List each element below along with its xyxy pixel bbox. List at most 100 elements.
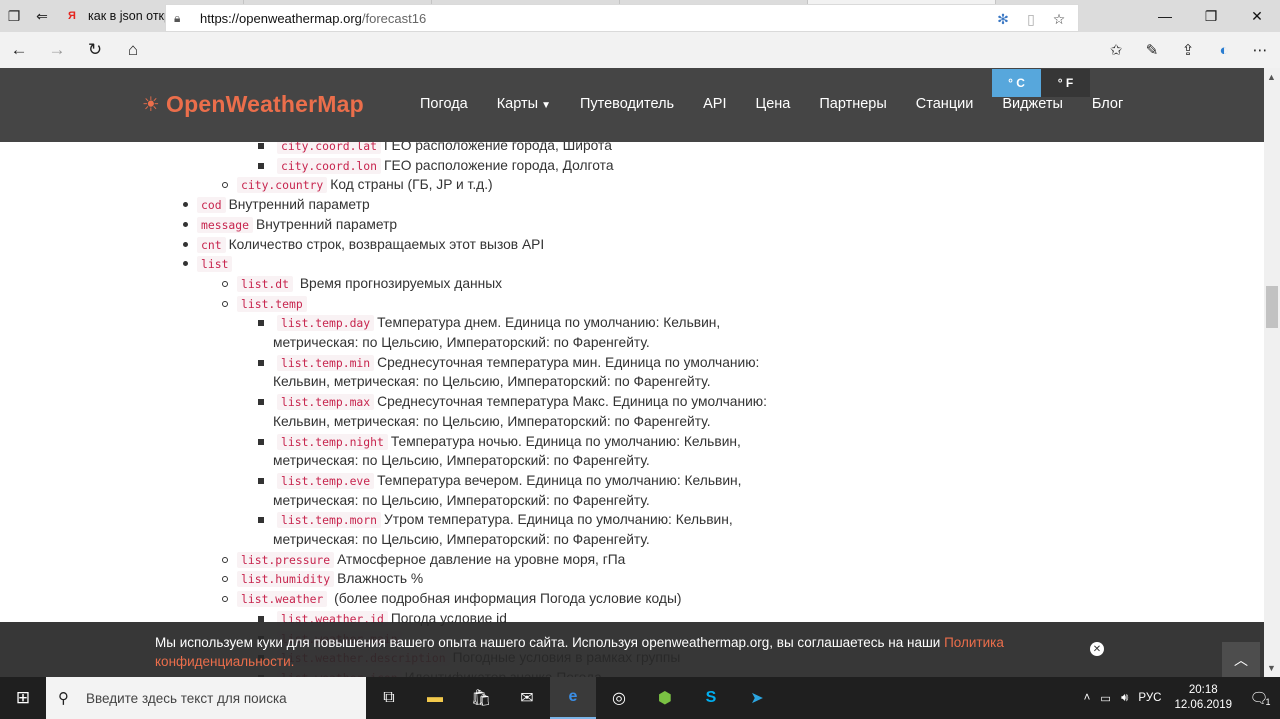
param-code: cnt bbox=[197, 236, 226, 253]
list-bullet bbox=[258, 320, 264, 327]
edge-browser-icon[interactable]: e bbox=[550, 677, 596, 719]
param-description: Внутренний параметр bbox=[228, 197, 370, 213]
list-bullet bbox=[258, 517, 264, 524]
nav-item-label: Станции bbox=[915, 96, 974, 112]
notes-pen-icon[interactable]: ✎ bbox=[1134, 41, 1170, 59]
fahrenheit-button[interactable]: ° F bbox=[1041, 69, 1090, 97]
param-code: list.dt bbox=[237, 275, 294, 292]
doc-list-item: list bbox=[197, 254, 235, 274]
param-description: Температура ночью. Единица по умолчанию:… bbox=[390, 433, 741, 449]
nav-item-0[interactable]: Погода bbox=[420, 96, 468, 112]
list-bullet bbox=[222, 556, 228, 563]
task-view-icon[interactable]: ⧉ bbox=[366, 677, 412, 719]
home-icon[interactable]: ⌂ bbox=[114, 32, 152, 68]
extension-icon[interactable]: ✻ bbox=[992, 8, 1014, 30]
param-description-cont: Кельвин, метрическая: по Цельсию, Импера… bbox=[273, 413, 711, 429]
nav-item-label: Погода bbox=[420, 96, 468, 112]
more-icon[interactable]: ⋯ bbox=[1242, 41, 1278, 59]
cortana-ring-icon[interactable]: ◎ bbox=[596, 677, 642, 719]
list-bullet bbox=[222, 182, 228, 189]
address-bar[interactable]: 🔒︎ https://openweathermap.org/forecast16… bbox=[165, 4, 1079, 32]
skype-icon[interactable]: S bbox=[688, 677, 734, 719]
forward-icon[interactable]: → bbox=[38, 32, 76, 68]
nav-item-label: Виджеты bbox=[1002, 96, 1063, 112]
param-code: message bbox=[197, 216, 254, 233]
android-studio-icon[interactable]: ⬢ bbox=[642, 677, 688, 719]
privacy-policy-link-2[interactable]: конфиденциальности. bbox=[155, 654, 294, 669]
param-code: cod bbox=[197, 197, 226, 214]
shield-extension-icon[interactable]: ◐ bbox=[1206, 42, 1242, 59]
scroll-up-icon[interactable]: ▲ bbox=[1267, 72, 1276, 82]
param-description-cont: метрическая: по Цельсию, Императорский: … bbox=[273, 453, 650, 469]
param-description-cont: Кельвин, метрическая: по Цельсию, Импера… bbox=[273, 374, 711, 390]
list-bullet bbox=[258, 615, 264, 622]
doc-list-item: list.temp.night Температура ночью. Единиц… bbox=[277, 432, 741, 452]
notifications-icon[interactable]: 🗨︎ 1 bbox=[1240, 677, 1280, 719]
nav-item-label: Блог bbox=[1091, 96, 1124, 112]
scroll-down-icon[interactable]: ▼ bbox=[1267, 663, 1276, 673]
param-description: Среднесуточная температура мин. Единица … bbox=[377, 354, 760, 370]
scroll-to-top-button[interactable]: ︿ bbox=[1222, 642, 1260, 678]
doc-list-item: list.temp bbox=[237, 294, 310, 314]
network-icon[interactable]: ▭ bbox=[1095, 691, 1116, 705]
share-icon[interactable]: ⇪ bbox=[1170, 41, 1206, 59]
maximize-icon[interactable]: ❐ bbox=[1188, 0, 1234, 32]
nav-item-6[interactable]: Станции bbox=[916, 96, 974, 112]
nav-item-3[interactable]: API bbox=[703, 96, 726, 112]
set-aside-tabs-icon[interactable]: ⇐ bbox=[28, 0, 56, 32]
nav-item-label: Путеводитель bbox=[579, 96, 675, 112]
cookie-close-icon[interactable]: ✕ bbox=[1090, 642, 1104, 656]
nav-item-1[interactable]: Карты ▼ bbox=[497, 96, 551, 112]
search-icon: ⚲ bbox=[58, 690, 69, 707]
list-bullet bbox=[258, 477, 264, 484]
doc-list-item: city.coord.lat ГЕО расположение города, Ш… bbox=[277, 142, 612, 156]
list-bullet bbox=[183, 241, 188, 247]
nav-item-7[interactable]: Виджеты bbox=[1002, 96, 1063, 112]
nav-item-2[interactable]: Путеводитель bbox=[580, 96, 674, 112]
page-scrollbar[interactable]: ▲ ▼ bbox=[1264, 68, 1280, 677]
url-host: https://openweathermap.org bbox=[200, 10, 362, 26]
taskbar-search[interactable]: ⚲ Введите здесь текст для поиска bbox=[46, 677, 366, 719]
system-tray: ˄ ▭ 🔊︎ РУС 20:18 12.06.2019 🗨︎ 1 bbox=[1079, 677, 1280, 719]
telegram-icon[interactable]: ➤ bbox=[734, 677, 780, 719]
nav-item-8[interactable]: Блог bbox=[1092, 96, 1123, 112]
file-explorer-icon[interactable]: ▬ bbox=[412, 677, 458, 719]
language-indicator[interactable]: РУС bbox=[1133, 692, 1166, 704]
unit-toggle: ° C ° F bbox=[992, 69, 1090, 97]
site-logo[interactable]: ☀ OpenWeatherMap bbox=[140, 91, 364, 118]
clock[interactable]: 20:18 12.06.2019 bbox=[1166, 683, 1240, 713]
mail-icon[interactable]: ✉ bbox=[504, 677, 550, 719]
volume-icon[interactable]: 🔊︎ bbox=[1116, 692, 1133, 705]
favorite-star-icon[interactable]: ☆ bbox=[1048, 8, 1070, 30]
windows-start-icon[interactable]: ⊞ bbox=[0, 677, 46, 719]
doc-list-item: list.temp.morn Утром температура. Единица… bbox=[277, 510, 733, 530]
doc-list-item: list.temp.max Среднесуточная температура … bbox=[277, 392, 767, 412]
param-description: Атмосферное давление на уровне моря, гПа bbox=[337, 551, 626, 567]
list-bullet bbox=[222, 596, 228, 603]
sun-logo-icon: ☀ bbox=[141, 94, 161, 116]
nav-item-4[interactable]: Цена bbox=[755, 96, 790, 112]
tray-chevron-icon[interactable]: ˄ bbox=[1079, 692, 1096, 704]
doc-list-item: city.coord.lon ГЕО расположение города, Д… bbox=[277, 156, 614, 176]
doc-list-item: list.humidity Влажность % bbox=[237, 569, 423, 589]
param-code: list bbox=[197, 256, 233, 273]
celsius-button[interactable]: ° C bbox=[992, 69, 1041, 97]
close-window-icon[interactable]: ✕ bbox=[1234, 0, 1280, 32]
doc-list-item: list.temp.min Среднесуточная температура … bbox=[277, 353, 759, 373]
favorites-list-icon[interactable]: ✩ bbox=[1098, 41, 1134, 59]
back-icon[interactable]: ← bbox=[0, 32, 38, 68]
store-icon[interactable]: 🛍︎ bbox=[458, 677, 504, 719]
param-description: Код страны (ГБ, JP и т.д.) bbox=[330, 177, 493, 193]
reading-view-icon[interactable]: ▯ bbox=[1020, 8, 1042, 30]
param-code: city.country bbox=[237, 177, 328, 194]
privacy-policy-link[interactable]: Политика bbox=[944, 635, 1004, 650]
cookie-text: Мы используем куки для повышения вашего … bbox=[155, 633, 1065, 671]
doc-list-item: list.pressure Атмосферное давление на уро… bbox=[237, 550, 625, 570]
nav-item-label: Цена bbox=[755, 96, 791, 112]
refresh-icon[interactable]: ↻ bbox=[76, 32, 114, 68]
scrollbar-thumb[interactable] bbox=[1266, 286, 1278, 328]
nav-item-label: Партнеры bbox=[819, 96, 887, 112]
minimize-icon[interactable]: — bbox=[1142, 0, 1188, 32]
tab-manager-icon[interactable]: ❐ bbox=[0, 0, 28, 32]
nav-item-5[interactable]: Партнеры bbox=[819, 96, 886, 112]
